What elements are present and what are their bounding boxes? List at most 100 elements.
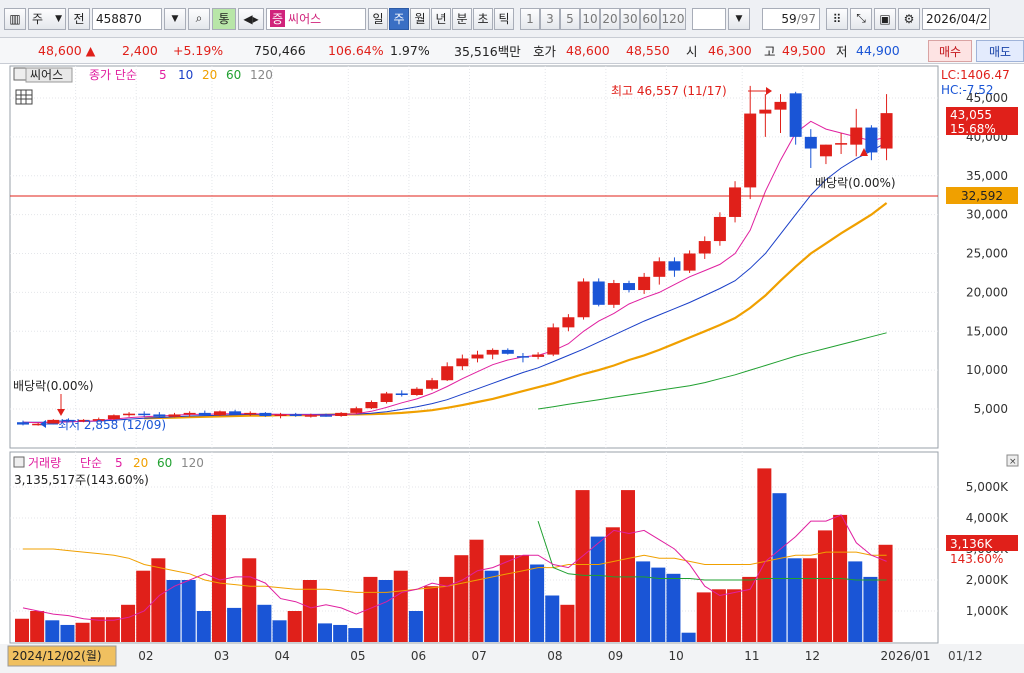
candle-body [304, 415, 317, 417]
candle-body [623, 283, 635, 291]
chevron-down-icon: ▼ [55, 13, 62, 24]
tab-minute[interactable]: 분 [452, 7, 472, 30]
code-dropdown-chevron-icon[interactable]: ▼ [164, 7, 186, 30]
volume-bar [772, 493, 787, 642]
volume-bar [454, 555, 469, 642]
date-input[interactable]: 2026/04/2 [922, 7, 990, 30]
high-price: 49,500 [782, 43, 826, 58]
sell-button[interactable]: 매도 [976, 40, 1024, 62]
search-icon[interactable]: ⌕ [188, 7, 210, 30]
price-y-tick: 15,000 [966, 324, 1008, 338]
tab-week[interactable]: 주 [389, 7, 409, 30]
layout-icon[interactable]: ▥ [4, 7, 26, 30]
tab-month[interactable]: 월 [410, 7, 430, 30]
tong-button[interactable]: 통 [212, 7, 236, 30]
candle-body [168, 414, 181, 417]
page-counter[interactable]: 59/97 [762, 7, 820, 30]
candle-body [547, 327, 560, 355]
stock-type-button[interactable]: 전 [68, 7, 90, 30]
volume-bar [711, 589, 726, 642]
vol-ma-120-label: 120 [181, 456, 204, 470]
candle-body [819, 144, 832, 157]
volume-bar [817, 530, 832, 642]
panel-menu-icon[interactable] [13, 67, 27, 81]
stock-code-input[interactable]: 458870 [92, 7, 162, 30]
volume-bar [181, 580, 196, 642]
market-label: 주 [32, 12, 44, 26]
ma-60-label: 60 [226, 68, 241, 82]
page-total: /97 [796, 11, 816, 26]
volume-bar [242, 558, 257, 642]
hc-label: HC:-7.52 [941, 83, 994, 97]
draw-tool-icon[interactable]: ⤡ [850, 7, 872, 30]
tab-day[interactable]: 일 [368, 7, 388, 30]
speaker-icon[interactable]: ◀▸ [238, 7, 264, 30]
x-axis-tick: 09 [608, 649, 623, 663]
candle-body [426, 380, 439, 389]
minute-120[interactable]: 120 [660, 7, 686, 30]
minute-10[interactable]: 10 [580, 7, 600, 30]
price-y-tick: 10,000 [966, 363, 1008, 377]
volume-bar [484, 570, 499, 642]
volume-bar [590, 536, 605, 642]
volume-bar [227, 607, 242, 642]
minute-3[interactable]: 3 [540, 7, 560, 30]
volume-bar [105, 617, 120, 642]
save-icon[interactable]: ▣ [874, 7, 896, 30]
candle-body [289, 414, 302, 416]
ma-5-label: 5 [159, 68, 167, 82]
x-axis-tick: 03 [214, 649, 229, 663]
volume-bar [408, 611, 423, 642]
volume-tag-pct: 143.60% [950, 552, 1003, 566]
candle-body [350, 408, 363, 413]
volume-y-tick: 4,000K [966, 511, 1009, 525]
tab-tick[interactable]: 틱 [494, 7, 514, 30]
chart-svg[interactable]: 45,00040,00035,00030,00025,00020,00015,0… [0, 64, 1024, 673]
volume-bar [90, 617, 105, 642]
candle-body [486, 349, 499, 355]
price-change: 2,400 [122, 43, 158, 58]
volume-panel-menu-icon[interactable] [13, 456, 25, 468]
volume-bar [45, 620, 60, 642]
chart-area[interactable]: 45,000 40,000 35,000 30,000 25,000 20,000 15,0… [0, 64, 1024, 673]
custom-period-chevron-icon[interactable]: ▼ [728, 7, 750, 30]
volume-bar [121, 604, 136, 642]
market-select[interactable]: 주 ▼ [28, 7, 66, 30]
gear-icon[interactable]: ⚙ [898, 7, 920, 30]
minute-tabs: 1 3 5 10 20 30 60 120 [520, 7, 686, 30]
candle-body [441, 366, 454, 381]
candle-body [380, 393, 393, 403]
table-icon[interactable] [15, 89, 33, 105]
open-label: 시 [686, 44, 698, 59]
price-change-pct: +5.19% [173, 43, 224, 58]
minute-60[interactable]: 60 [640, 7, 660, 30]
candle-body [638, 276, 651, 291]
volume-bar [272, 620, 287, 642]
candle-body [577, 281, 590, 318]
dots-icon[interactable]: ⠿ [826, 7, 848, 30]
tab-second[interactable]: 초 [473, 7, 493, 30]
minute-30[interactable]: 30 [620, 7, 640, 30]
volume-bar [196, 611, 211, 642]
buy-button[interactable]: 매수 [928, 40, 972, 62]
candle-body [198, 412, 211, 416]
custom-period-input[interactable] [692, 7, 726, 30]
candle-body [123, 413, 136, 416]
candle-body [562, 317, 575, 328]
x-axis-tick: 06 [411, 649, 426, 663]
candle-body [17, 422, 29, 425]
minute-1[interactable]: 1 [520, 7, 540, 30]
minute-20[interactable]: 20 [600, 7, 620, 30]
stock-name-field[interactable]: 증 씨어스 [266, 7, 366, 30]
volume-bar [848, 561, 863, 642]
volume-ma-label: 단순 [80, 456, 102, 470]
candle-body [259, 412, 272, 416]
volume-bar [575, 490, 590, 642]
minute-5[interactable]: 5 [560, 7, 580, 30]
candle-body [774, 101, 787, 110]
candle-body [880, 113, 893, 149]
x-axis-tick: 04 [275, 649, 290, 663]
tab-year[interactable]: 년 [431, 7, 451, 30]
volume-bar [15, 618, 29, 642]
volume-bar [60, 624, 75, 642]
